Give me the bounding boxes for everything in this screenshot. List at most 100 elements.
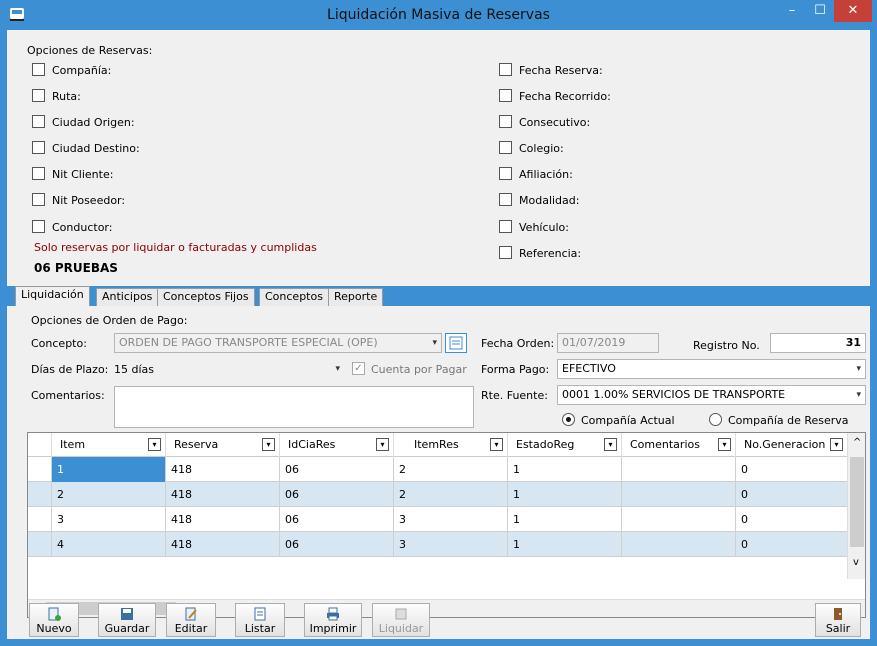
filter-dropdown-icon[interactable]: ▾: [604, 438, 617, 451]
cell-item[interactable]: 4: [52, 532, 166, 557]
cell-estadoreg[interactable]: 1: [508, 507, 622, 532]
vertical-scroll-thumb[interactable]: [850, 457, 864, 547]
listar-button[interactable]: Listar: [235, 603, 285, 637]
cell-estadoreg[interactable]: 1: [508, 532, 622, 557]
checkbox-conductor[interactable]: [32, 220, 45, 233]
checkbox-compania[interactable]: [32, 63, 45, 76]
data-grid[interactable]: Item ▾ Reserva ▾ IdCiaRes ▾ ItemRes ▾ Estado…: [27, 432, 866, 618]
guardar-button[interactable]: Guardar: [98, 603, 156, 637]
column-header-item[interactable]: Item ▾: [52, 433, 166, 457]
table-row[interactable]: 3 418 06 3 1 0 0: [28, 507, 858, 532]
cell-item[interactable]: 2: [52, 482, 166, 507]
cell-itemres[interactable]: 3: [394, 532, 508, 557]
tab-liquidacion[interactable]: Liquidación: [15, 286, 90, 307]
rte-fuente-select[interactable]: 0001 1.00% SERVICIOS DE TRANSPORTE ▾: [557, 385, 866, 405]
filter-dropdown-icon[interactable]: ▾: [718, 438, 731, 451]
checkbox-nit-cliente[interactable]: [32, 167, 45, 180]
checkbox-vehiculo[interactable]: [499, 220, 512, 233]
checkbox-afiliacion[interactable]: [499, 167, 512, 180]
filter-dropdown-icon[interactable]: ▾: [148, 438, 161, 451]
table-row[interactable]: 4 418 06 3 1 0 0: [28, 532, 858, 557]
cell-idciares[interactable]: 06: [280, 482, 394, 507]
cell-no-generacion[interactable]: 0: [736, 457, 848, 482]
cell-reserva[interactable]: 418: [166, 482, 280, 507]
cell-no-generacion[interactable]: 0: [736, 507, 848, 532]
salir-button[interactable]: Salir: [815, 603, 861, 637]
cell-no-generacion[interactable]: 0: [736, 482, 848, 507]
cell-reserva[interactable]: 418: [166, 457, 280, 482]
column-header-itemres[interactable]: ItemRes ▾: [394, 433, 508, 457]
checkbox-nit-poseedor[interactable]: [32, 193, 45, 206]
nuevo-button[interactable]: Nuevo: [29, 603, 79, 637]
vertical-scrollbar[interactable]: ^ v: [847, 433, 865, 579]
checkbox-referencia[interactable]: [499, 246, 512, 259]
cell-estadoreg[interactable]: 1: [508, 457, 622, 482]
table-row[interactable]: 2 418 06 2 1 0 0: [28, 482, 858, 507]
registro-field[interactable]: 31: [770, 333, 866, 353]
imprimir-button[interactable]: Imprimir: [304, 603, 362, 637]
concepto-browse-button[interactable]: [445, 333, 467, 353]
checkbox-fecha-reserva[interactable]: [499, 63, 512, 76]
cell-estadoreg[interactable]: 1: [508, 482, 622, 507]
comentarios-field[interactable]: [114, 386, 474, 428]
filter-dropdown-icon[interactable]: ▾: [490, 438, 503, 451]
column-header-reserva[interactable]: Reserva ▾: [166, 433, 280, 457]
cell-itemres[interactable]: 3: [394, 507, 508, 532]
checkbox-ciudad-origen[interactable]: [32, 115, 45, 128]
cell-item[interactable]: 1: [52, 457, 166, 482]
scroll-up-arrow[interactable]: ^: [853, 437, 861, 448]
column-header-estadoreg[interactable]: EstadoReg ▾: [508, 433, 622, 457]
concepto-select[interactable]: ORDEN DE PAGO TRANSPORTE ESPECIAL (OPE) …: [114, 333, 442, 353]
cuenta-checkbox[interactable]: ✓: [352, 362, 365, 375]
cell-comentarios[interactable]: [622, 532, 736, 557]
cell-idciares[interactable]: 06: [280, 532, 394, 557]
editar-button[interactable]: Editar: [166, 603, 216, 637]
plazo-select[interactable]: 15 días ▾: [114, 359, 344, 379]
tab-anticipos[interactable]: Anticipos: [96, 288, 159, 306]
cell-item[interactable]: 3: [52, 507, 166, 532]
cell-reserva[interactable]: 418: [166, 532, 280, 557]
fecha-orden-field[interactable]: 01/07/2019: [557, 333, 659, 353]
checkbox-modalidad[interactable]: [499, 193, 512, 206]
table-row[interactable]: 1 418 06 2 1 0 0: [28, 457, 858, 482]
column-header-idciares[interactable]: IdCiaRes ▾: [280, 433, 394, 457]
checkbox-fecha-recorrido[interactable]: [499, 89, 512, 102]
filter-dropdown-icon[interactable]: ▾: [376, 438, 389, 451]
cell-comentarios[interactable]: [622, 507, 736, 532]
orden-header: Opciones de Orden de Pago:: [31, 314, 188, 327]
maximize-button[interactable]: ☐: [806, 0, 834, 22]
minimize-button[interactable]: –: [778, 0, 806, 22]
label-ruta: Ruta:: [52, 90, 81, 103]
label-ciudad-origen: Ciudad Origen:: [52, 116, 135, 129]
checkbox-ruta[interactable]: [32, 89, 45, 102]
cell-itemres[interactable]: 2: [394, 482, 508, 507]
close-button[interactable]: ✕: [834, 0, 872, 22]
column-header-comentarios[interactable]: Comentarios ▾: [622, 433, 736, 457]
cell-comentarios[interactable]: [622, 482, 736, 507]
tab-reporte[interactable]: Reporte: [328, 288, 384, 306]
label-referencia: Referencia:: [519, 247, 582, 260]
cell-idciares[interactable]: 06: [280, 457, 394, 482]
checkbox-colegio[interactable]: [499, 141, 512, 154]
column-header-no-generacion[interactable]: No.Generacion ▾: [736, 433, 848, 457]
label-fecha-reserva: Fecha Reserva:: [519, 64, 603, 77]
cell-itemres[interactable]: 2: [394, 457, 508, 482]
cell-reserva[interactable]: 418: [166, 507, 280, 532]
filter-dropdown-icon[interactable]: ▾: [830, 438, 843, 451]
liquidar-button[interactable]: Liquidar: [372, 603, 430, 637]
cell-no-generacion[interactable]: 0: [736, 532, 848, 557]
tab-conceptos[interactable]: Conceptos: [259, 288, 329, 306]
cell-comentarios[interactable]: [622, 457, 736, 482]
radio-compania-actual[interactable]: [562, 413, 575, 426]
checkbox-consecutivo[interactable]: [499, 115, 512, 128]
cell-idciares[interactable]: 06: [280, 507, 394, 532]
save-icon: [121, 608, 133, 620]
tab-conceptos-fijos[interactable]: Conceptos Fijos: [157, 288, 255, 306]
checkbox-ciudad-destino[interactable]: [32, 141, 45, 154]
comentarios-label: Comentarios:: [31, 389, 105, 402]
filter-dropdown-icon[interactable]: ▾: [262, 438, 275, 451]
scroll-down-arrow[interactable]: v: [853, 557, 859, 568]
radio-compania-reserva[interactable]: [709, 413, 722, 426]
label-consecutivo: Consecutivo:: [519, 116, 591, 129]
forma-pago-select[interactable]: EFECTIVO ▾: [557, 359, 866, 379]
